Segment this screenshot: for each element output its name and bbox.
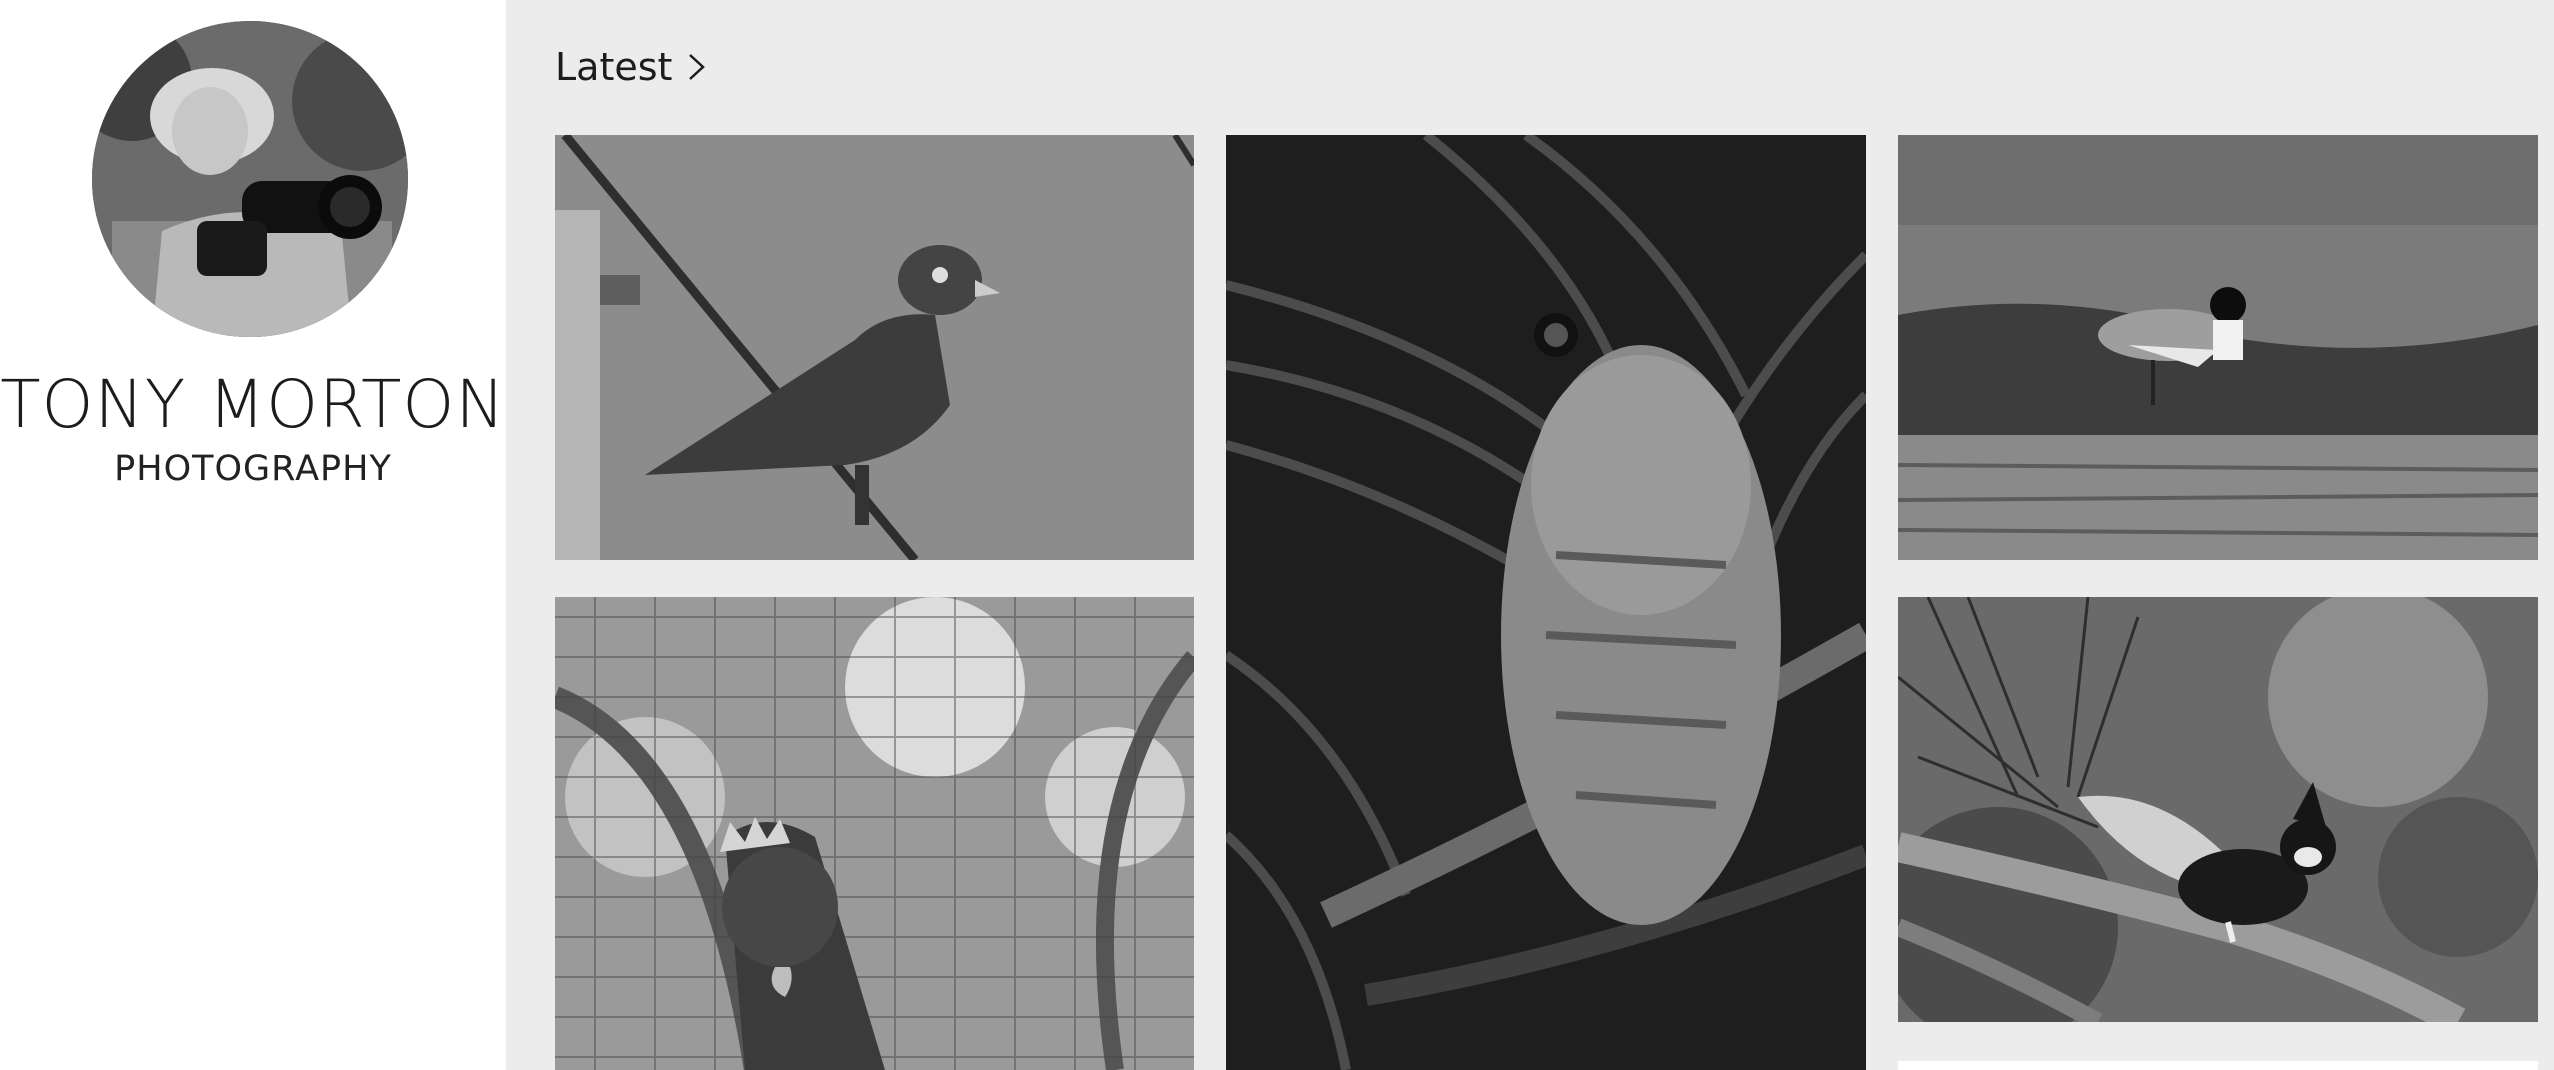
photo-tile-partial[interactable]: [1898, 1061, 2538, 1070]
owl-in-palm-photo: [1226, 135, 1866, 1070]
photo-tile[interactable]: [555, 135, 1194, 560]
photo-tile[interactable]: [1898, 597, 2538, 1022]
photo-tile[interactable]: [1226, 135, 1866, 1070]
photo-tile[interactable]: [555, 597, 1194, 1070]
sidebar: TONY MORTON PHOTOGRAPHY: [0, 0, 506, 1070]
crested-bird-on-branch-photo: [1898, 597, 2538, 1022]
bird-on-wire-photo: [555, 135, 1194, 560]
photo-tile[interactable]: [1898, 135, 2538, 560]
chevron-right-icon: [689, 54, 706, 80]
cockatoo-behind-mesh-photo: [555, 597, 1194, 1070]
photographer-avatar-image: [92, 21, 408, 337]
brand-tagline: PHOTOGRAPHY: [114, 449, 392, 489]
profile-avatar[interactable]: [92, 21, 408, 337]
section-title: Latest: [555, 45, 673, 89]
brand-name[interactable]: TONY MORTON: [0, 372, 506, 438]
wader-in-wetland-photo: [1898, 135, 2538, 560]
latest-section-link[interactable]: Latest: [555, 48, 708, 86]
